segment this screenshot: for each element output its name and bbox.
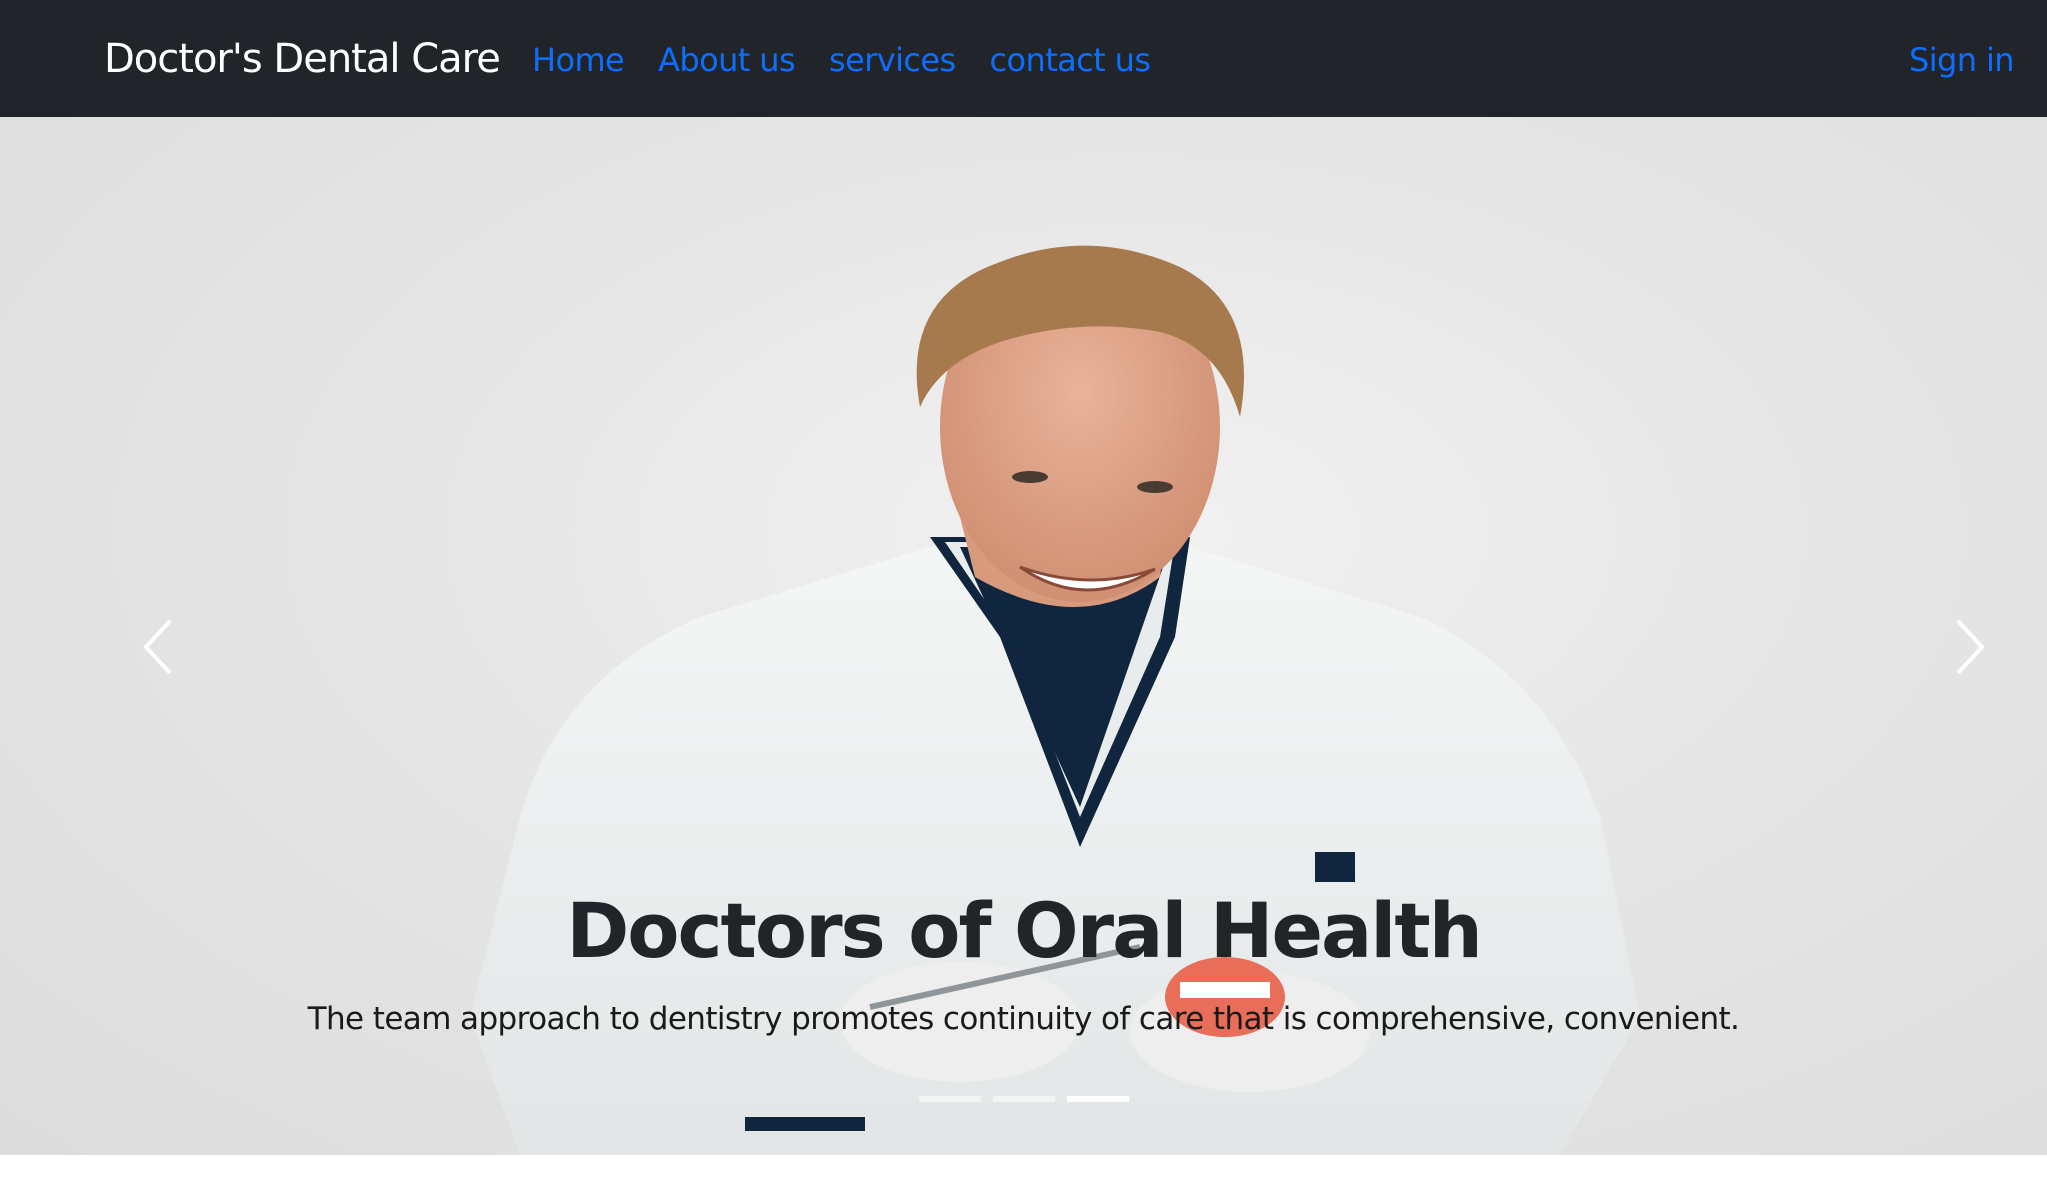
nav-link-contact[interactable]: contact us: [990, 38, 1151, 82]
nav-link-about[interactable]: About us: [658, 38, 796, 82]
carousel-caption: Doctors of Oral Health The team approach…: [0, 883, 2047, 1039]
carousel-indicator-1[interactable]: [918, 1096, 981, 1102]
carousel-indicators: [0, 1096, 2047, 1102]
hero-carousel: Doctors of Oral Health The team approach…: [0, 117, 2047, 1155]
carousel-title: Doctors of Oral Health: [566, 886, 1483, 975]
carousel-indicator-3[interactable]: [1066, 1096, 1129, 1102]
chevron-left-icon: [143, 619, 172, 675]
nav-links: Home About us services contact us: [532, 38, 1184, 82]
carousel-prev-button[interactable]: [120, 597, 200, 697]
carousel-indicator-2[interactable]: [992, 1096, 1055, 1102]
brand-logo[interactable]: Doctor's Dental Care: [104, 34, 501, 84]
sign-in-link[interactable]: Sign in: [1909, 38, 2015, 82]
nav-link-services[interactable]: services: [829, 38, 956, 82]
nav-link-home[interactable]: Home: [532, 38, 625, 82]
navbar: Doctor's Dental Care Home About us servi…: [0, 0, 2047, 117]
page-below-fold: [0, 1155, 2047, 1185]
carousel-next-button[interactable]: [1928, 597, 2008, 697]
carousel-subtitle: The team approach to dentistry promotes …: [307, 1001, 1740, 1037]
chevron-right-icon: [1956, 619, 1985, 675]
